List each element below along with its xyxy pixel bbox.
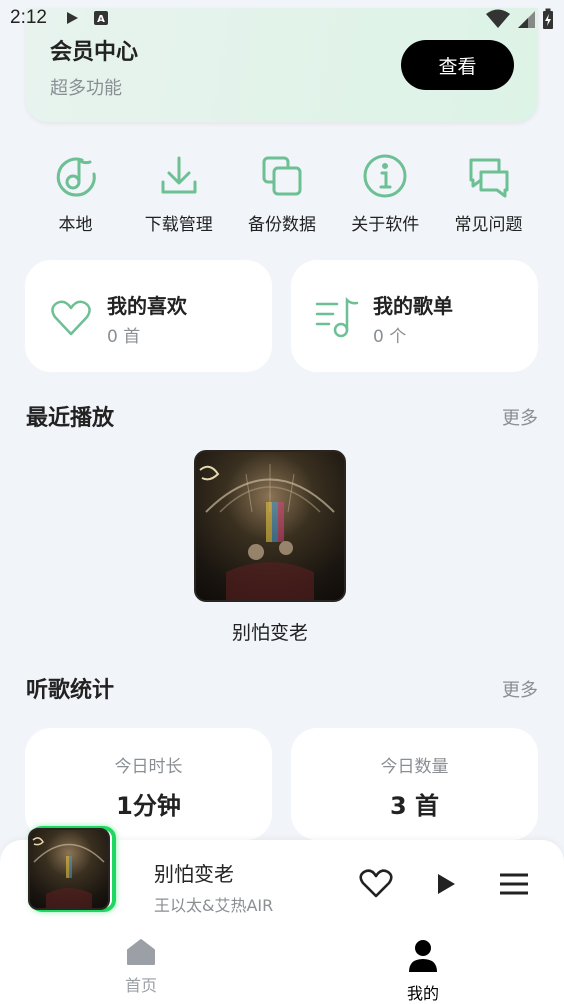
local-music-icon xyxy=(56,157,96,197)
playlists-count: 0 个 xyxy=(373,327,407,347)
action-about-label: 关于软件 xyxy=(351,215,420,235)
wifi-icon xyxy=(486,9,510,28)
recent-section-title: 最近播放 xyxy=(26,406,115,431)
nav-home[interactable]: 首页 xyxy=(101,938,181,996)
play-button[interactable] xyxy=(426,864,466,904)
home-icon xyxy=(127,939,155,965)
member-subtitle: 超多功能 xyxy=(50,78,122,99)
recent-item-title: 别怕变老 xyxy=(231,622,308,644)
playlists-title: 我的歌单 xyxy=(373,294,453,318)
today-count-card: 今日数量 3 首 xyxy=(291,728,538,840)
nav-mine[interactable]: 我的 xyxy=(383,938,463,1004)
member-title: 会员中心 xyxy=(50,40,139,65)
today-count-label: 今日数量 xyxy=(380,757,449,777)
bottom-nav: 首页 我的 xyxy=(0,926,564,1004)
nav-home-label: 首页 xyxy=(124,976,157,995)
favorites-card[interactable]: 我的喜欢 0 首 xyxy=(25,260,272,372)
backup-icon xyxy=(262,156,302,196)
play-icon xyxy=(438,874,455,894)
favorites-count: 0 首 xyxy=(107,327,141,347)
faq-icon xyxy=(469,158,508,198)
nav-mine-label: 我的 xyxy=(406,984,439,1003)
menu-icon xyxy=(500,873,528,895)
action-faq-label: 常见问题 xyxy=(454,215,523,235)
action-backup[interactable]: 备份数据 xyxy=(231,152,334,235)
today-duration-value: 1分钟 xyxy=(116,792,181,820)
stats-more-link[interactable]: 更多 xyxy=(502,676,538,702)
today-duration-card: 今日时长 1分钟 xyxy=(25,728,272,840)
player-cover[interactable] xyxy=(28,826,116,912)
album-cover xyxy=(194,450,346,602)
like-button[interactable] xyxy=(356,864,396,904)
download-icon xyxy=(161,156,197,194)
today-count-value: 3 首 xyxy=(389,792,440,820)
recent-item[interactable]: 别怕变老 xyxy=(194,450,346,645)
action-about[interactable]: 关于软件 xyxy=(334,152,437,235)
action-download-label: 下载管理 xyxy=(144,215,213,235)
action-download[interactable]: 下载管理 xyxy=(127,152,230,235)
view-member-button[interactable]: 查看 xyxy=(401,40,514,90)
action-backup-label: 备份数据 xyxy=(248,215,316,235)
play-icon xyxy=(66,12,78,24)
playlist-menu-button[interactable] xyxy=(494,864,534,904)
status-time: 2:12 xyxy=(10,7,47,28)
stats-section-title: 听歌统计 xyxy=(26,678,115,703)
playlist-icon xyxy=(315,296,359,338)
quick-actions: 本地 下载管理 备份数据 关于软件 常见问题 xyxy=(24,152,540,235)
svg-text:A: A xyxy=(97,14,105,25)
info-icon xyxy=(363,154,407,198)
action-local-label: 本地 xyxy=(58,215,93,235)
today-duration-label: 今日时长 xyxy=(114,757,183,777)
favorites-title: 我的喜欢 xyxy=(107,294,187,318)
action-faq[interactable]: 常见问题 xyxy=(437,152,540,235)
battery-charging-icon xyxy=(543,8,553,29)
action-local[interactable]: 本地 xyxy=(24,152,127,235)
recent-more-link[interactable]: 更多 xyxy=(502,404,538,430)
heart-outline-icon xyxy=(359,869,393,898)
player-title: 别怕变老 xyxy=(154,862,234,886)
signal-icon xyxy=(518,11,535,28)
playlists-card[interactable]: 我的歌单 0 个 xyxy=(291,260,538,372)
user-icon xyxy=(409,940,437,972)
player-artist: 王以太&艾热AIR xyxy=(154,896,274,915)
heart-icon xyxy=(51,300,91,336)
a-icon: A xyxy=(93,11,108,25)
status-bar: 2:12 A xyxy=(0,0,564,36)
